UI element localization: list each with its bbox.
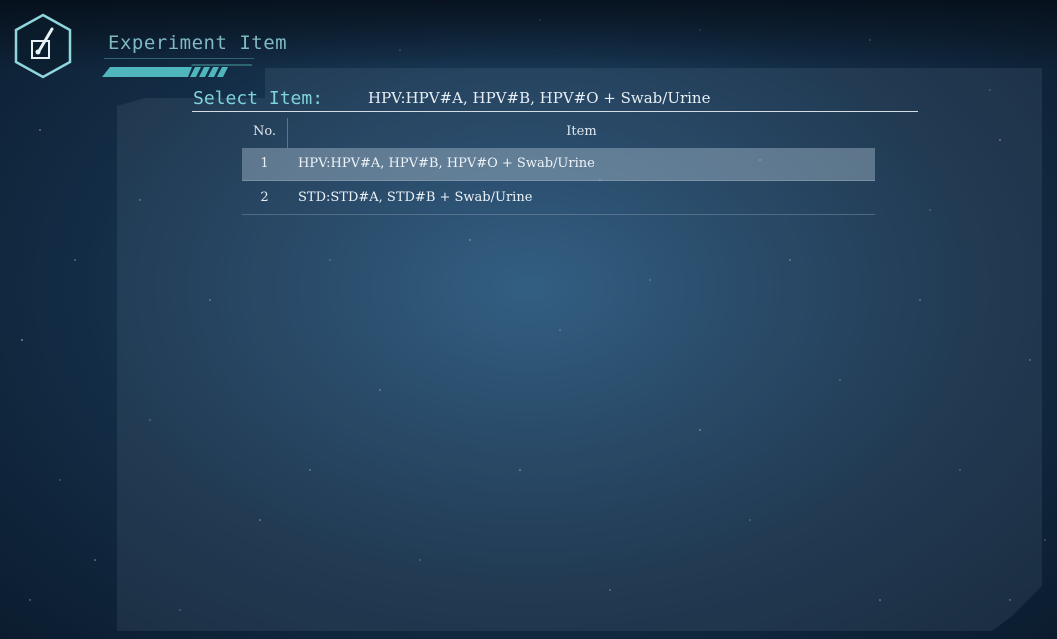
row-item-text: HPV:HPV#A, HPV#B, HPV#O + Swab/Urine [298, 156, 595, 171]
title-underline [104, 58, 254, 59]
page-title: Experiment Item [108, 32, 288, 54]
row-number: 2 [260, 190, 269, 205]
experiment-pipette-icon [14, 13, 72, 79]
row-number: 1 [260, 156, 269, 171]
select-item-label: Select Item: [193, 88, 324, 109]
table-row[interactable]: 1 HPV:HPV#A, HPV#B, HPV#O + Swab/Urine [242, 148, 875, 181]
experiment-item-table: No. Item 1 HPV:HPV#A, HPV#B, HPV#O + Swa… [242, 118, 875, 215]
column-header-no: No. [252, 124, 277, 139]
table-row[interactable]: 2 STD:STD#A, STD#B + Swab/Urine [242, 182, 875, 215]
select-item-underline [192, 111, 918, 112]
header-stripe-decoration [102, 64, 252, 77]
column-header-item: Item [566, 124, 597, 139]
row-item-text: STD:STD#A, STD#B + Swab/Urine [298, 190, 533, 205]
table-header: No. Item [242, 118, 875, 148]
select-item-value: HPV:HPV#A, HPV#B, HPV#O + Swab/Urine [368, 89, 711, 107]
